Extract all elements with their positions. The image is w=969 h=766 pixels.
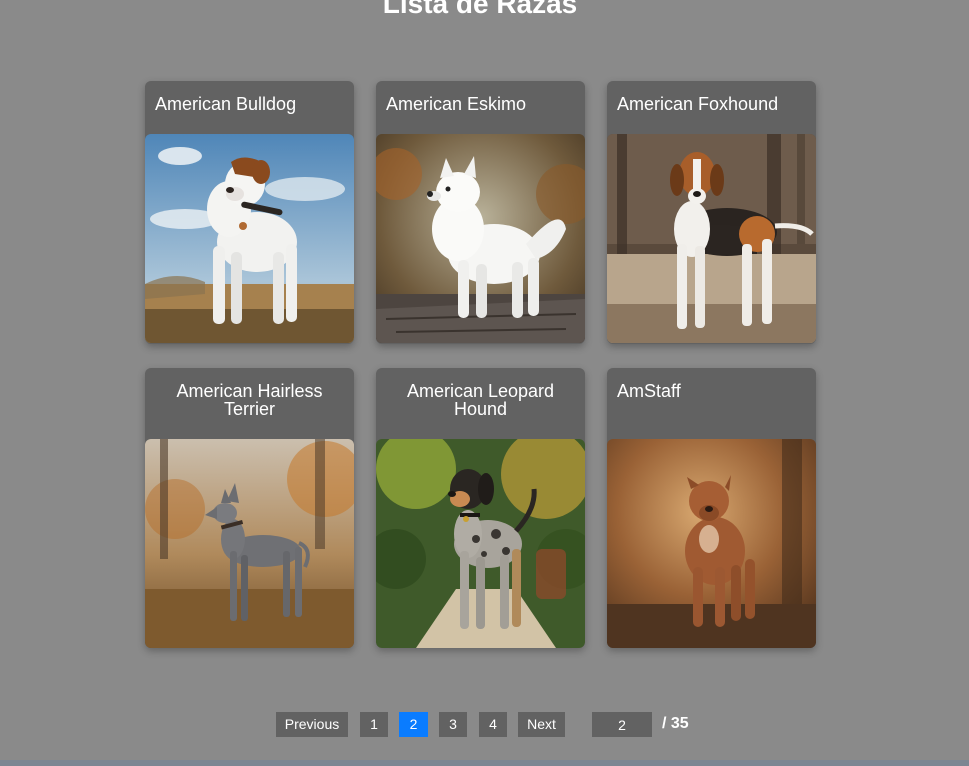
breed-photo-amstaff [607, 439, 816, 648]
breed-card-american-eskimo[interactable]: American Eskimo [376, 81, 585, 344]
next-page-button[interactable]: Next [518, 712, 565, 737]
breed-photo-american-hairless-terrier [145, 439, 354, 648]
page-button-3[interactable]: 3 [439, 712, 467, 737]
breed-photo-american-foxhound [607, 134, 816, 343]
breed-card-title: AmStaff [617, 381, 681, 401]
pagination: Previous 1 2 3 4 Next / 35 [0, 712, 969, 738]
total-pages-label: / 35 [662, 715, 689, 732]
breed-card-american-foxhound[interactable]: American Foxhound [607, 81, 816, 344]
breed-card-american-leopard-hound[interactable]: American Leopard Hound [376, 368, 585, 648]
breed-photo-american-eskimo [376, 134, 585, 343]
breed-grid: American Bulldog American Eskimo America… [145, 81, 816, 648]
breed-card-title: American Foxhound [617, 94, 779, 114]
page-number-input[interactable] [592, 712, 652, 737]
breed-card-title: American Leopard Hound [406, 381, 555, 419]
breed-card-title: American Hairless Terrier [176, 381, 323, 419]
breed-card-american-hairless-terrier[interactable]: American Hairless Terrier [145, 368, 354, 648]
breed-card-title: American Eskimo [386, 94, 527, 114]
bottom-strip [0, 760, 969, 766]
breed-card-american-bulldog[interactable]: American Bulldog [145, 81, 354, 344]
breed-card-title: American Bulldog [155, 94, 297, 114]
page-button-4[interactable]: 4 [479, 712, 507, 737]
previous-page-button[interactable]: Previous [276, 712, 348, 737]
page-button-1[interactable]: 1 [360, 712, 388, 737]
breed-photo-american-bulldog [145, 134, 354, 343]
page: { "page": { "title": "Lista de Razas" },… [0, 0, 969, 766]
page-title: Lista de Razas [382, 0, 578, 19]
breed-card-amstaff[interactable]: AmStaff [607, 368, 816, 648]
page-button-2-active[interactable]: 2 [399, 712, 428, 737]
breed-photo-american-leopard-hound [376, 439, 585, 648]
